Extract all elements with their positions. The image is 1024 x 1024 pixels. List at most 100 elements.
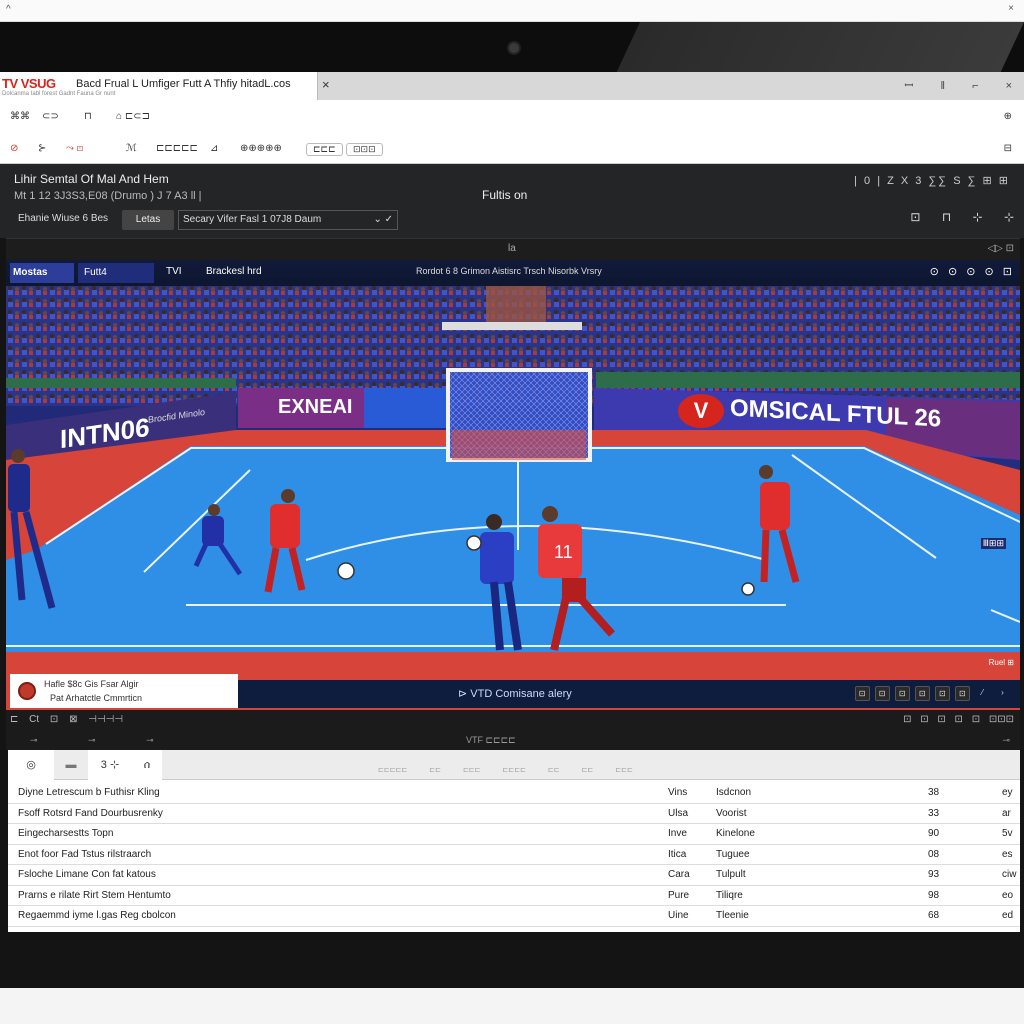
tool-icon[interactable]: ⤳ ⊡ <box>66 143 83 154</box>
settings-icon[interactable]: ⊹ <box>973 210 983 224</box>
sub-bar: la ◁▷ ⊡ <box>6 238 1020 260</box>
futsal-match-frame: 11 <box>6 260 1020 710</box>
pip-icon[interactable]: ⊙ <box>985 266 994 278</box>
stream-select[interactable]: Secary Vifer Fasl 1 07J8 Daum ⌄ ✓ <box>178 210 398 230</box>
table-row[interactable]: Enot foor Fad Tstus rilstraarch Itica Tu… <box>8 845 1020 865</box>
search-icon[interactable]: ⊙ <box>930 266 939 278</box>
screen-icon[interactable]: ⊡ <box>910 210 920 224</box>
cell-status: Tulpult <box>716 869 746 880</box>
control-row-right[interactable]: ⊡ ⊡ ⊡ ⊡ ⊡ ⊡⊡⊡ <box>903 714 1014 725</box>
table-row[interactable]: Fsloche Limane Con fat katous Cara Tulpu… <box>8 865 1020 886</box>
table-row[interactable]: Eingecharsestts Topn Inve Kinelone 90 5v <box>8 824 1020 845</box>
tool-button[interactable]: ⊏⊏⊏ <box>306 143 343 156</box>
tool-item[interactable]: ⊕⊕⊕⊕⊕ <box>240 143 282 154</box>
window-controls: ꟷ ǁ ⌐ × <box>904 78 1012 93</box>
sub-bar-toggle[interactable]: ◁▷ ⊡ <box>987 243 1014 254</box>
restore-icon[interactable]: ǁ <box>940 80 945 92</box>
close-icon[interactable]: × <box>1008 3 1014 14</box>
side-label: Ⅲ⊞⊞ <box>980 538 1006 549</box>
control-marker-right[interactable]: ⊸ <box>1002 735 1010 746</box>
fullscreen-icon[interactable]: ⊡ <box>1003 266 1012 278</box>
bookmark-icon[interactable]: ⊓ <box>942 210 951 224</box>
video-player[interactable]: 11 INTN06 Brocfid Minolo EXNEAI V OMSICA… <box>6 260 1020 710</box>
bookmark-item[interactable]: ⌂ ⊏⊂⊐ <box>116 111 150 122</box>
control-row-2: ⊸ ⊸ ⊸ VTF ⊏⊏⊏⊏ ⊸ <box>6 732 1020 750</box>
maximize-icon[interactable]: ⌐ <box>972 80 978 92</box>
channel-tv: TVI <box>166 266 182 277</box>
control-markers[interactable]: ⊸ ⊸ ⊸ <box>30 735 154 746</box>
cell-extra: ed <box>1002 910 1014 921</box>
cell-value: 98 <box>928 889 940 901</box>
next-icon[interactable]: › <box>995 686 1010 701</box>
channel-logo: Mostas <box>10 263 74 283</box>
tab-stats[interactable]: 3 ⊹ <box>88 750 132 780</box>
control-row-left[interactable]: ⊏ Ct ⊡ ⊠ ⊣⊣⊣⊣ <box>10 714 123 725</box>
header-meta-right: | 0 | Z X 3 ∑∑ S ∑ ⊞ ⊞ <box>854 175 1010 187</box>
edit-icon[interactable]: ⁄ <box>975 686 990 701</box>
cast-icon[interactable]: ⊙ <box>966 266 975 278</box>
table-rows: Diyne Letrescum b Futhisr Kling Vins Isd… <box>8 783 1020 927</box>
cell-extra: ey <box>1002 787 1013 798</box>
cell-name: Diyne Letrescum b Futhisr Kling <box>18 787 160 798</box>
collapse-icon[interactable]: ^ <box>6 4 11 15</box>
tab-info[interactable]: ሰ <box>132 750 162 780</box>
stream-select-value: Secary Vifer Fasl 1 07J8 Daum <box>183 214 322 225</box>
filter-label: Ehanie Wiuse 6 Bes <box>18 213 109 224</box>
tab-list[interactable]: ▬ <box>54 750 88 780</box>
cell-status: Isdcnon <box>716 787 752 798</box>
bookmark-item[interactable]: ⌘⌘ <box>10 111 30 122</box>
column-headers: ⊏⊏⊏⊏⊏ ⊏⊏ ⊏⊏⊏ ⊏⊏⊏⊏ ⊏⊏ ⊏⊏ ⊏⊏⊏ <box>378 767 633 774</box>
player-number: 11 <box>554 542 573 562</box>
cell-type: Inve <box>668 828 687 839</box>
volume-button[interactable]: ⊡ <box>914 686 930 701</box>
ad-board-right-logo: V <box>678 394 724 428</box>
tool-item[interactable]: ⊏⊏⊏⊏⊏ <box>156 143 198 154</box>
edit-icon[interactable]: ⊿ <box>210 143 218 154</box>
cell-name: Regaemmd iyme l.gas Reg cbolcon <box>18 910 176 921</box>
cell-extra: es <box>1002 848 1013 860</box>
tab-close-icon[interactable]: × <box>322 77 330 92</box>
menu-icon[interactable]: ⊟ <box>1004 143 1012 154</box>
bookmark-item[interactable]: ⊂⊃ <box>42 111 59 122</box>
tool-icon[interactable]: ℳ <box>126 143 137 154</box>
rewind-button[interactable]: ⊡ <box>854 686 870 701</box>
tab-target[interactable]: ◎ <box>8 750 54 780</box>
tab-title: Bacd Frual L Umfiger Futt A Thfiy hitadL… <box>76 78 291 90</box>
minimize-icon[interactable]: ꟷ <box>904 80 913 92</box>
cell-value: 33 <box>928 807 940 819</box>
video-icons: ⊙ ⊙ ⊙ ⊙ ⊡ <box>930 265 1012 278</box>
match-info: Rordot 6 8 Grimon Aistisrc Trsch Nisorbk… <box>416 266 602 276</box>
table-row[interactable]: Fsoff Rotsrd Fand Dourbusrenky Ulsa Voor… <box>8 804 1020 824</box>
table-tabs: ◎ ▬ 3 ⊹ ሰ ⊏⊏⊏⊏⊏ ⊏⊏ ⊏⊏⊏ ⊏⊏⊏⊏ ⊏⊏ ⊏⊏ ⊏⊏⊏ <box>8 750 1020 780</box>
cell-name: Fsloche Limane Con fat katous <box>18 869 156 880</box>
cell-name: Fsoff Rotsrd Fand Dourbusrenky <box>18 807 163 819</box>
extension-icon[interactable]: ⊕ <box>1004 111 1012 122</box>
table-row[interactable]: Prarns e rilate Rirt Stem Hentumto Pure … <box>8 886 1020 906</box>
score-line: Hafle $8c Gis Fsar Algir <box>44 679 139 689</box>
table-row[interactable]: Diyne Letrescum b Futhisr Kling Vins Isd… <box>8 783 1020 804</box>
forward-button[interactable]: ⊡ <box>894 686 910 701</box>
filter-button[interactable]: Letas <box>122 210 174 230</box>
page-title: Lihir Semtal Of Mal And Hem <box>14 172 169 186</box>
window-close-icon[interactable]: × <box>1006 80 1012 92</box>
browser-tab[interactable]: TV VSUG Bacd Frual L Umfiger Futt A Thfi… <box>0 72 318 100</box>
cell-extra: 5v <box>1002 828 1013 839</box>
desk-surface <box>0 988 1024 1024</box>
cell-type: Cara <box>668 869 690 880</box>
play-button[interactable]: ⊡ <box>874 686 890 701</box>
share-icon[interactable]: ⊹ <box>1004 210 1014 224</box>
tool-button[interactable]: ⊡⊡⊡ <box>346 143 383 156</box>
tab-subtitle: Dolcanma tabl forest Gadnt Fauna Gr nunt <box>2 91 116 97</box>
record-icon[interactable]: ⊘ <box>10 143 18 154</box>
settings-button[interactable]: ⊡ <box>954 686 970 701</box>
table-row[interactable]: Regaemmd iyme l.gas Reg cbolcon Uine Tle… <box>8 906 1020 927</box>
captions-button[interactable]: ⊡ <box>934 686 950 701</box>
caption-bar: ⊳ VTD Comisane alery ⊡ ⊡ ⊡ ⊡ ⊡ ⊡ ⁄ › <box>238 680 1020 708</box>
settings-icon[interactable]: ⊙ <box>948 266 957 278</box>
tool-icon[interactable]: ⊱ <box>38 143 46 154</box>
cell-extra: ar <box>1002 807 1011 819</box>
ball-icon <box>18 682 36 700</box>
cell-name: Eingecharsestts Topn <box>18 828 114 839</box>
header-icons: ⊡ ⊓ ⊹ ⊹ <box>910 210 1014 224</box>
bookmark-item[interactable]: ⊓ <box>84 111 92 122</box>
